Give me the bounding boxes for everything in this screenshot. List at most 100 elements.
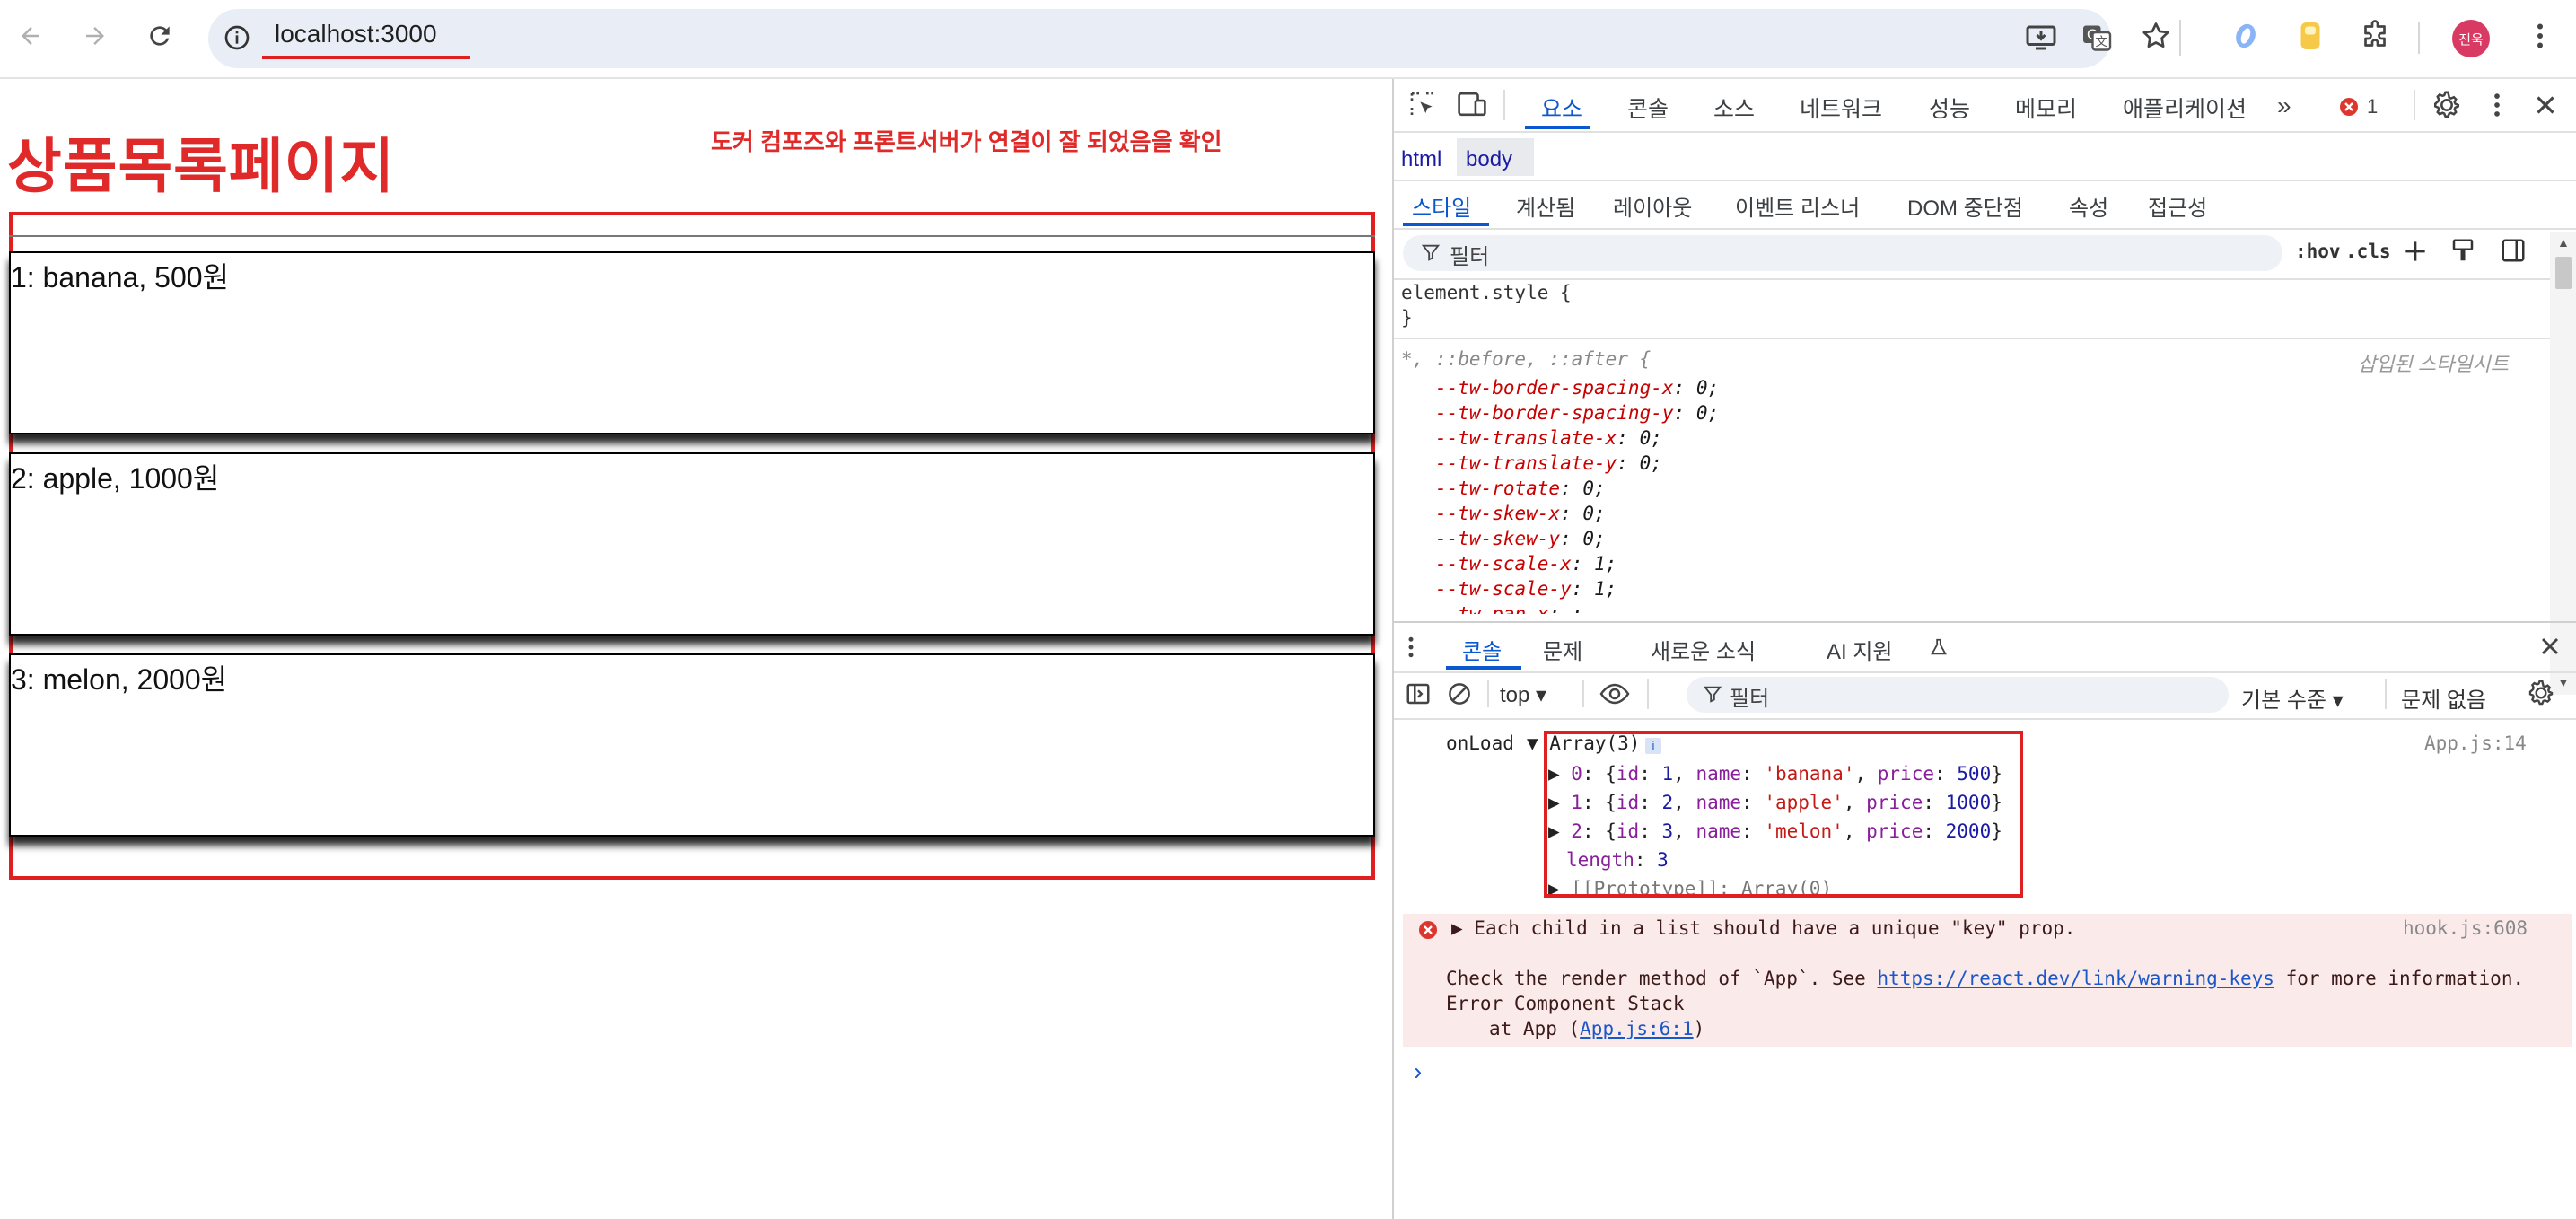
log-source-link[interactable]: App.js:14 [2424,732,2527,754]
error-message[interactable]: ▶ Each child in a list should have a uni… [1451,917,2075,939]
extensions-puzzle-icon[interactable] [2359,20,2391,52]
close-devtools-icon[interactable] [2530,90,2561,120]
issues-counter[interactable]: 문제 없음 [2401,682,2486,714]
css-property[interactable]: --tw-skew-y: 0; [1435,526,1719,551]
error-message-text: Each child in a list should have a uniqu… [1474,917,2076,939]
accessibility-tab[interactable]: 접근성 [2148,190,2207,222]
toolbar-divider [1487,680,1489,707]
site-info-icon[interactable] [223,23,251,52]
css-property[interactable]: --tw-border-spacing-x: 0; [1435,375,1719,400]
drawer-tab-whats-new[interactable]: 새로운 소식 [1651,634,1756,665]
live-expression-eye-icon[interactable] [1599,680,1631,707]
experimental-flask-icon [1929,636,1949,659]
css-property[interactable]: --tw-translate-x: 0; [1435,425,1719,451]
computed-tab[interactable]: 계산됨 [1516,190,1575,222]
drawer-tab-console[interactable]: 콘솔 [1462,634,1502,665]
log-level-selector[interactable]: 기본 수준 ▾ [2241,682,2344,714]
drawer-tab-ai-assistance[interactable]: AI 지원 [1827,634,1893,665]
css-property[interactable]: --tw-scale-y: 1; [1435,576,1719,601]
element-style-rule[interactable]: element.style { [1401,282,1572,303]
css-property-name: --tw-rotate [1435,478,1561,499]
warning-keys-link[interactable]: https://react.dev/link/warning-keys [1877,968,2274,989]
translate-icon[interactable]: G文 [2081,22,2113,54]
profile-avatar[interactable]: 진욱 [2452,20,2490,57]
inspect-element-icon[interactable] [1408,90,1437,118]
devtools-tab-sources[interactable]: 소스 [1713,92,1755,124]
forward-button[interactable] [72,13,118,59]
separator [1394,671,2576,673]
css-property[interactable]: --tw-translate-y: 0; [1435,451,1719,476]
hover-state-toggle[interactable]: :hov [2295,241,2341,262]
css-property[interactable]: --tw-pan-x: ; [1435,601,1719,614]
new-style-rule-icon[interactable] [2401,237,2430,266]
devtools-tab-application[interactable]: 애플리케이션 [2123,92,2247,124]
devtools-tab-memory[interactable]: 메모리 [2015,92,2077,124]
toggle-sidebar-icon[interactable] [2500,237,2527,264]
universal-selector-rule[interactable]: *, ::before, ::after { [1401,348,1651,370]
product-item: 3: melon, 2000원 [9,653,1375,837]
styles-filter-input[interactable] [1403,235,2282,271]
styles-scrollbar[interactable]: ▲ ▼ [2550,232,2576,695]
more-tabs-icon[interactable]: » [2277,92,2291,120]
class-toggle[interactable]: .cls [2345,241,2391,262]
url-text[interactable]: localhost:3000 [275,20,437,48]
install-app-icon[interactable] [2025,22,2057,54]
breadcrumb-body[interactable]: body [1466,147,1512,172]
extension-note-icon[interactable] [2294,20,2326,52]
active-subtab-indicator [1403,223,1489,226]
css-property-value: 0; [1695,377,1720,399]
devtools-tab-elements[interactable]: 요소 [1541,92,1582,124]
error-source-link[interactable]: hook.js:608 [2403,917,2528,939]
context-selector[interactable]: top ▾ [1500,682,1546,708]
extension-icon[interactable] [2230,20,2262,52]
separator [1394,718,2576,720]
css-property[interactable]: --tw-border-spacing-y: 0; [1435,400,1719,425]
css-property[interactable]: --tw-skew-x: 0; [1435,501,1719,526]
bookmark-star-icon[interactable] [2140,20,2172,52]
drawer-tab-issues[interactable]: 문제 [1543,634,1582,665]
scroll-down-icon[interactable]: ▼ [2557,675,2570,689]
scrollbar-thumb[interactable] [2555,257,2572,289]
reload-button[interactable] [136,13,183,59]
css-property-value: ; [1571,603,1583,614]
css-property-name: --tw-translate-x [1435,427,1617,449]
devtools-tab-console[interactable]: 콘솔 [1627,92,1669,124]
svg-text:文: 文 [2096,35,2108,49]
breadcrumb-html[interactable]: html [1401,147,1441,172]
scroll-up-icon[interactable]: ▲ [2557,235,2570,250]
drawer-active-indicator [1446,666,1521,670]
styles-tab[interactable]: 스타일 [1412,190,1471,222]
back-button[interactable] [7,13,54,59]
device-toolbar-icon[interactable] [1457,90,1487,118]
dom-breakpoints-tab[interactable]: DOM 중단점 [1907,190,2023,222]
properties-tab[interactable]: 속성 [2069,190,2108,222]
error-detail-text: Check the render method of `App`. See [1446,968,1878,989]
close-drawer-icon[interactable] [2536,632,2564,661]
console-settings-icon[interactable] [2527,679,2555,707]
css-property[interactable]: --tw-rotate: 0; [1435,476,1719,501]
product-label: 3: melon, 2000원 [11,663,228,696]
console-filter-placeholder: 필터 [1730,687,1770,711]
tab-divider [1503,90,1505,120]
toolbar-divider [1647,679,1649,709]
devtools-tab-network[interactable]: 네트워크 [1800,92,1882,124]
console-input[interactable] [1439,1056,2561,1092]
css-property-name: --tw-pan-x [1435,603,1549,614]
css-property-name: --tw-scale-y [1435,578,1572,600]
filter-icon [1421,242,1441,262]
address-bar[interactable] [208,9,2111,68]
toolbar-divider [2418,22,2420,54]
layout-tab[interactable]: 레이아웃 [1613,190,1692,222]
devtools-menu-icon[interactable] [2482,90,2512,120]
clear-console-icon[interactable] [1446,680,1473,707]
css-property[interactable]: --tw-scale-x: 1; [1435,551,1719,576]
settings-gear-icon[interactable] [2431,90,2462,120]
event-listeners-tab[interactable]: 이벤트 리스너 [1735,190,1860,222]
console-sidebar-icon[interactable] [1405,680,1432,707]
error-counter[interactable]: 1 [2338,95,2378,118]
stack-source-link[interactable]: App.js:6:1 [1580,1018,1693,1039]
devtools-tab-performance[interactable]: 성능 [1929,92,1970,124]
element-state-icon[interactable] [2449,237,2476,264]
drawer-menu-icon[interactable] [1405,634,1417,661]
browser-menu-icon[interactable] [2524,20,2556,52]
